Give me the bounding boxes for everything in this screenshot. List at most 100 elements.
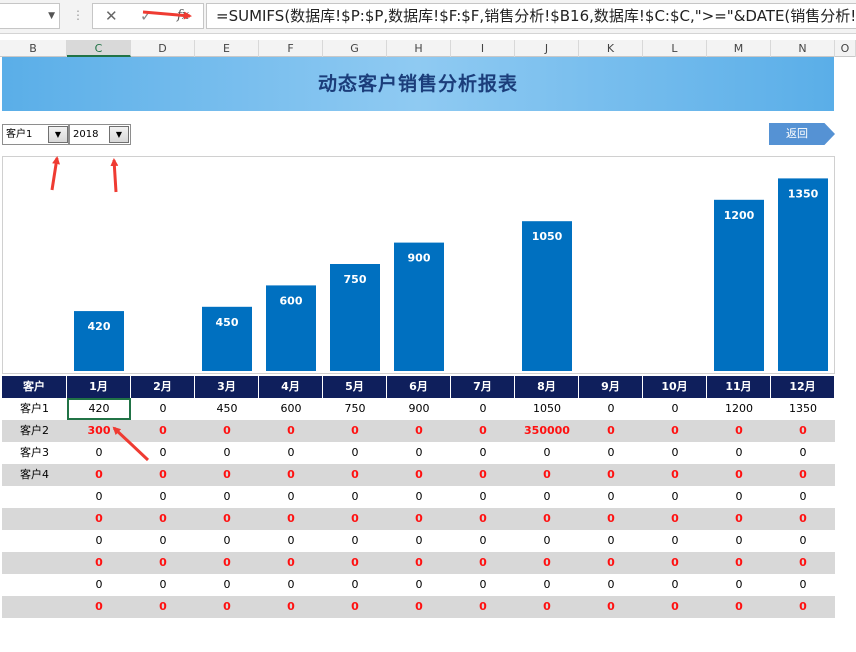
table-cell[interactable]: 0 [387,552,451,574]
table-cell[interactable]: 0 [323,574,387,596]
table-cell[interactable]: 0 [515,464,579,486]
table-cell[interactable]: 0 [643,530,707,552]
table-cell[interactable]: 0 [771,420,835,442]
table-header-cell[interactable]: 6月 [387,376,451,398]
table-cell[interactable]: 0 [195,596,259,618]
table-cell[interactable]: 0 [707,464,771,486]
table-cell[interactable]: 0 [323,508,387,530]
table-cell[interactable]: 0 [259,464,323,486]
row-label-cell[interactable]: 客户2 [2,420,67,442]
chevron-down-icon[interactable]: ▼ [109,126,129,143]
table-cell[interactable]: 0 [67,574,131,596]
table-header-cell[interactable]: 9月 [579,376,643,398]
table-cell[interactable]: 0 [323,464,387,486]
table-cell[interactable]: 0 [515,486,579,508]
column-header-f[interactable]: F [259,40,323,57]
table-cell[interactable]: 0 [131,398,195,420]
table-cell[interactable]: 0 [579,552,643,574]
table-cell[interactable]: 0 [451,464,515,486]
table-cell[interactable]: 0 [771,530,835,552]
chevron-down-icon[interactable]: ▼ [48,11,55,21]
table-cell[interactable]: 0 [323,420,387,442]
table-cell[interactable]: 0 [131,596,195,618]
table-cell[interactable]: 0 [259,552,323,574]
table-cell[interactable]: 0 [643,420,707,442]
table-header-cell[interactable]: 12月 [771,376,835,398]
column-header-b[interactable]: B [0,40,67,57]
table-cell[interactable]: 0 [259,574,323,596]
table-cell[interactable]: 0 [579,508,643,530]
table-cell[interactable]: 0 [259,486,323,508]
bar-11月[interactable] [714,199,764,371]
table-cell[interactable]: 0 [451,442,515,464]
table-cell[interactable]: 0 [451,596,515,618]
table-header-cell[interactable]: 3月 [195,376,259,398]
row-label-cell[interactable] [2,508,67,530]
table-header-cell[interactable]: 1月 [67,376,131,398]
table-cell[interactable]: 0 [707,530,771,552]
table-cell[interactable]: 350000 [515,420,579,442]
table-cell[interactable]: 0 [579,398,643,420]
row-label-cell[interactable] [2,596,67,618]
enter-icon[interactable]: ✓ [140,7,153,25]
table-cell[interactable]: 0 [387,508,451,530]
table-cell[interactable]: 0 [451,420,515,442]
table-cell[interactable]: 0 [67,442,131,464]
row-label-cell[interactable] [2,552,67,574]
table-cell[interactable]: 0 [195,486,259,508]
table-cell[interactable]: 0 [643,508,707,530]
table-cell[interactable]: 0 [259,596,323,618]
table-cell[interactable]: 0 [131,464,195,486]
table-cell[interactable]: 0 [451,508,515,530]
column-header-h[interactable]: H [387,40,451,57]
table-cell[interactable]: 0 [771,464,835,486]
column-header-n[interactable]: N [771,40,835,57]
table-cell[interactable]: 0 [771,596,835,618]
row-label-cell[interactable] [2,574,67,596]
table-header-cell[interactable]: 7月 [451,376,515,398]
table-cell[interactable]: 0 [131,574,195,596]
table-cell[interactable]: 0 [67,552,131,574]
table-cell[interactable]: 0 [387,420,451,442]
table-header-cell[interactable]: 5月 [323,376,387,398]
table-cell[interactable]: 0 [771,508,835,530]
table-cell[interactable]: 0 [131,530,195,552]
table-cell[interactable]: 0 [131,508,195,530]
table-header-cell[interactable]: 11月 [707,376,771,398]
table-cell[interactable]: 0 [451,486,515,508]
table-cell[interactable]: 0 [643,442,707,464]
table-cell[interactable]: 0 [195,420,259,442]
table-header-cell[interactable]: 客户 [2,376,67,398]
table-cell[interactable]: 0 [579,530,643,552]
table-cell[interactable]: 0 [771,552,835,574]
table-cell[interactable]: 0 [195,574,259,596]
table-cell[interactable]: 0 [195,530,259,552]
row-label-cell[interactable] [2,530,67,552]
table-cell[interactable]: 0 [643,398,707,420]
table-cell[interactable]: 0 [643,464,707,486]
table-cell[interactable]: 0 [451,552,515,574]
table-cell[interactable]: 0 [771,486,835,508]
table-cell[interactable]: 900 [387,398,451,420]
table-cell[interactable]: 0 [195,508,259,530]
table-cell[interactable]: 0 [707,574,771,596]
table-cell[interactable]: 0 [387,530,451,552]
table-cell[interactable]: 0 [579,596,643,618]
table-cell[interactable]: 0 [771,442,835,464]
table-cell[interactable]: 750 [323,398,387,420]
row-label-cell[interactable] [2,486,67,508]
table-cell[interactable]: 0 [643,552,707,574]
table-cell[interactable]: 0 [195,442,259,464]
table-cell[interactable]: 0 [579,486,643,508]
table-cell[interactable]: 0 [515,574,579,596]
column-header-g[interactable]: G [323,40,387,57]
bar-12月[interactable] [778,178,828,371]
table-cell[interactable]: 0 [451,574,515,596]
table-header-cell[interactable]: 8月 [515,376,579,398]
table-cell[interactable]: 0 [387,596,451,618]
table-cell[interactable]: 0 [515,442,579,464]
column-header-k[interactable]: K [579,40,643,57]
table-cell[interactable]: 0 [515,508,579,530]
table-cell[interactable]: 0 [323,596,387,618]
return-button[interactable]: 返回 [769,123,835,145]
